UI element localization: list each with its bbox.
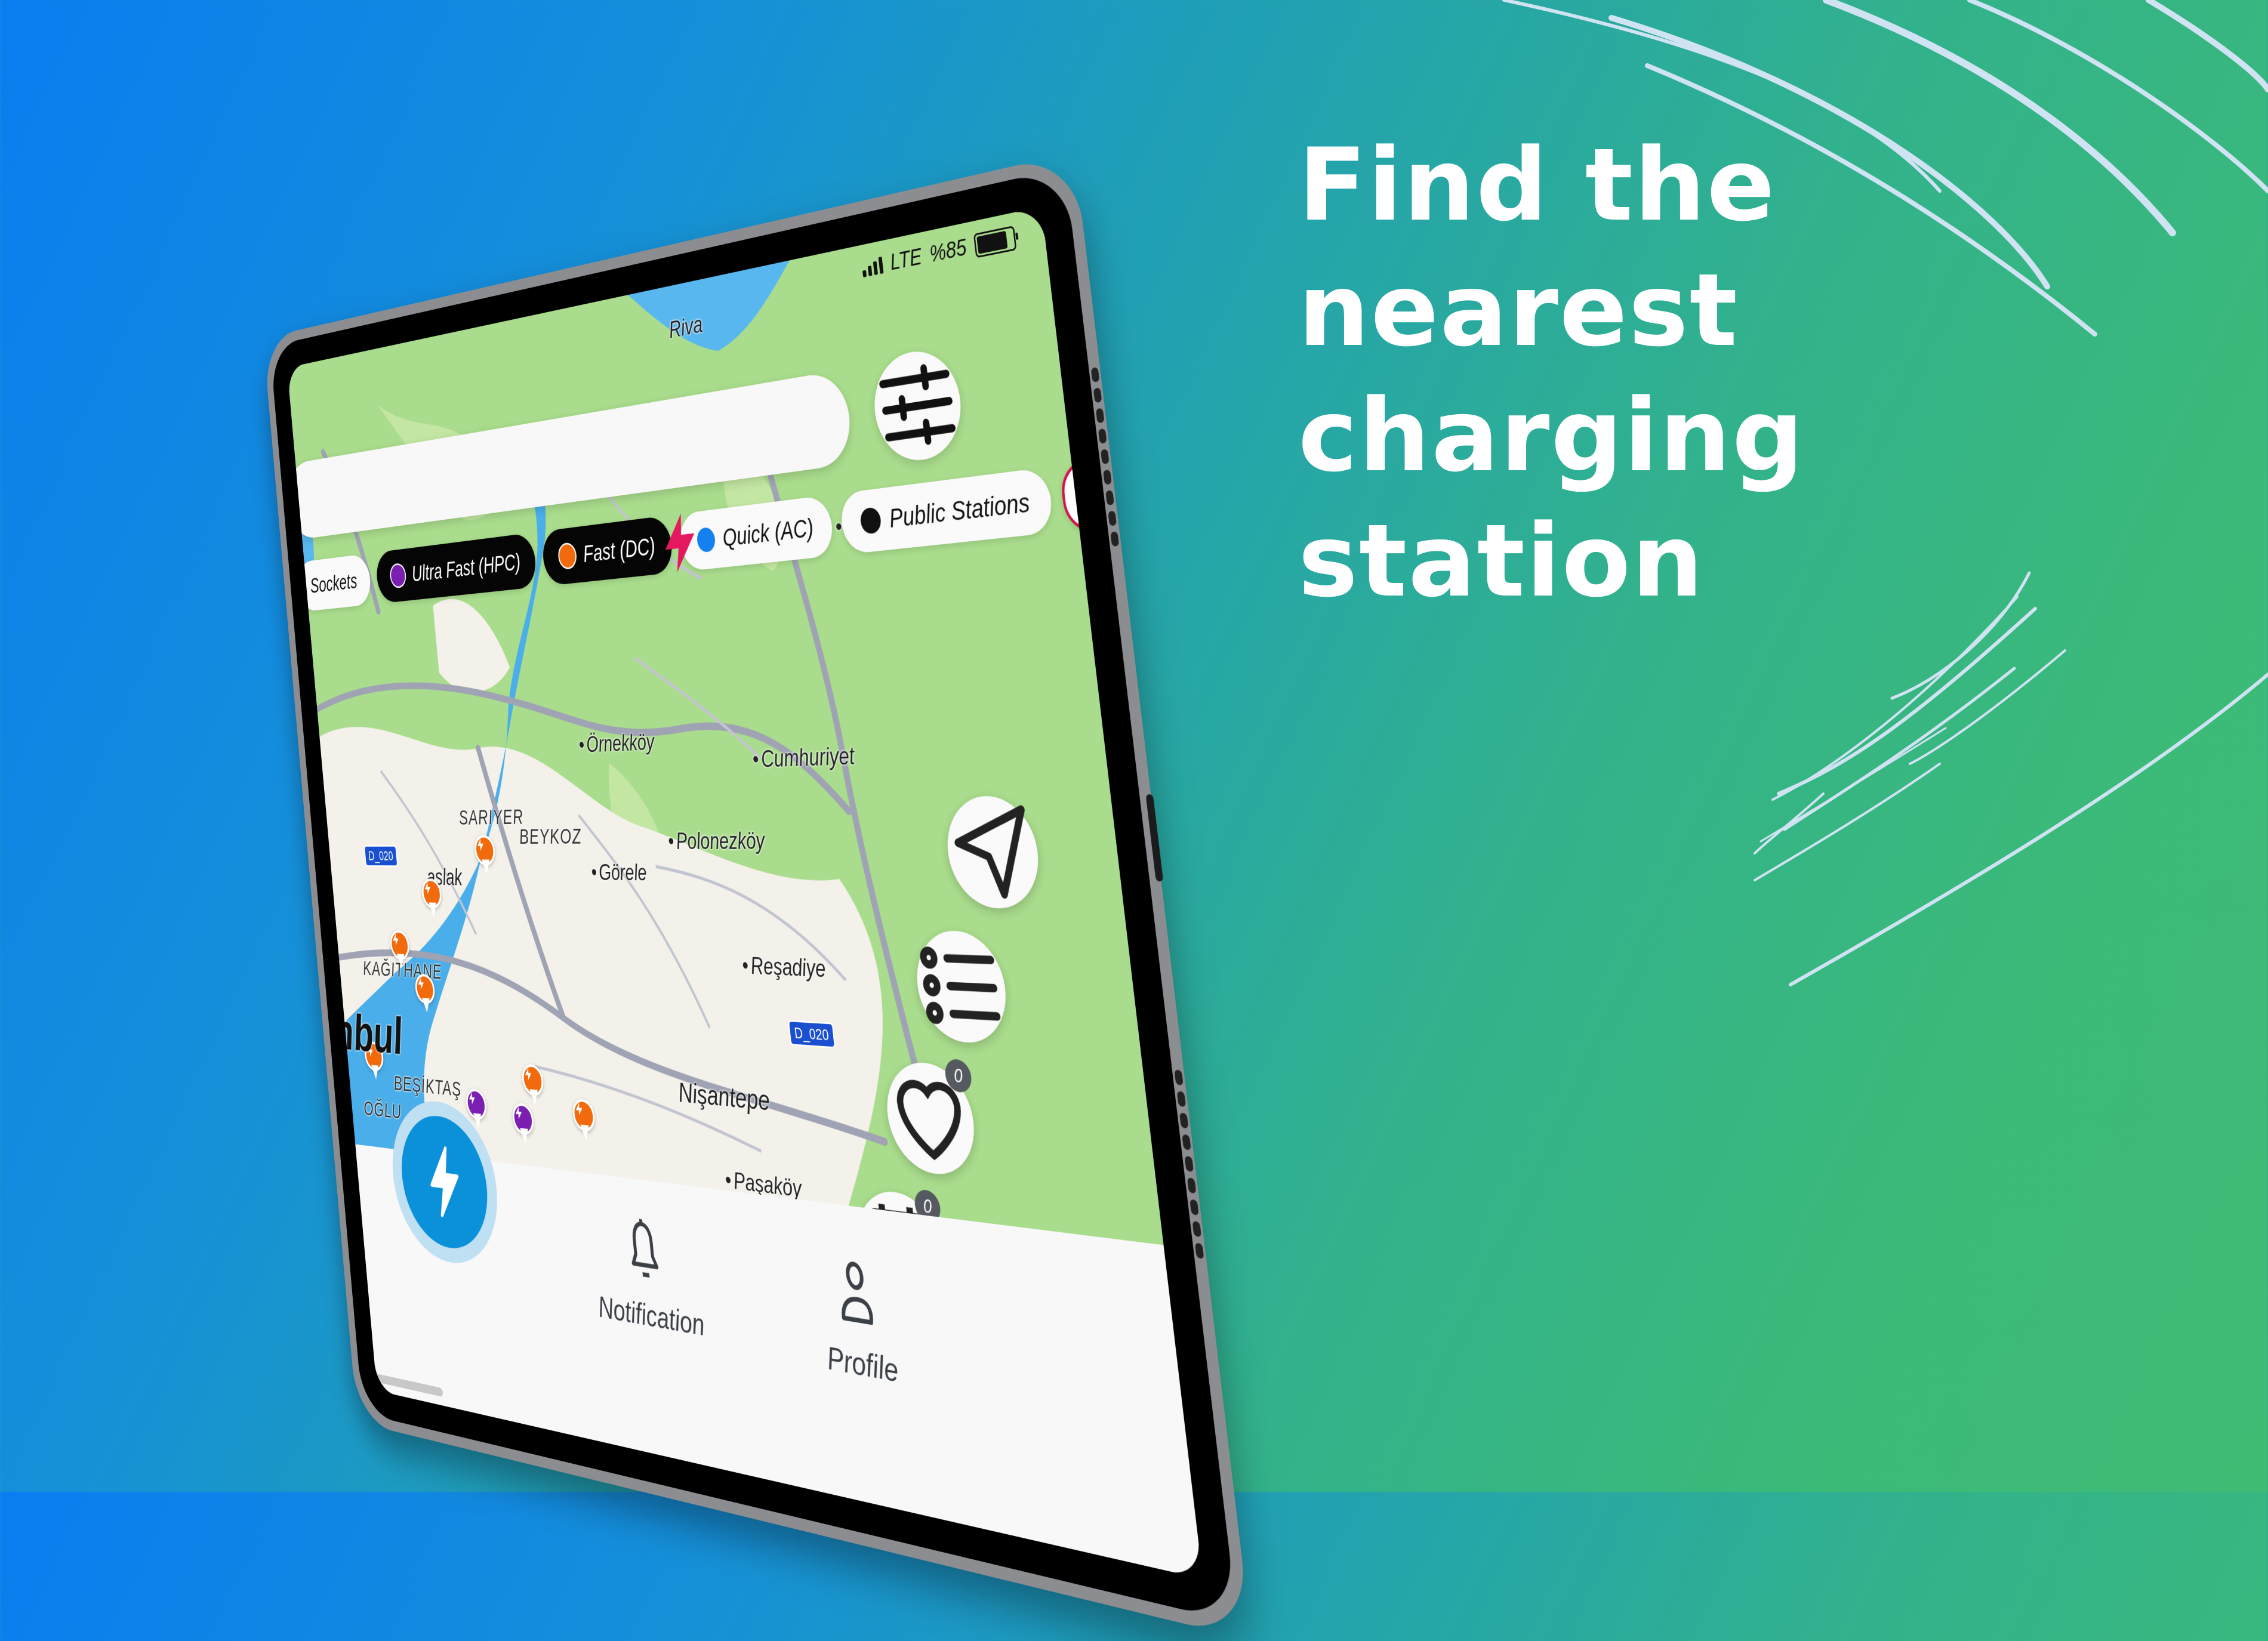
side-connector <box>1145 794 1164 882</box>
map-place-label: Örnekköy <box>578 729 656 758</box>
map-district-label: BEYKOZ <box>518 824 583 849</box>
station-pin-ultra-fast[interactable] <box>511 1102 536 1147</box>
nav-profile-label: Profile <box>825 1339 901 1390</box>
bolt-icon <box>424 882 432 894</box>
bolt-icon <box>476 838 485 852</box>
station-pin-fast[interactable] <box>473 835 497 876</box>
bolt-icon <box>422 1143 466 1221</box>
nav-notification-label: Notification <box>596 1290 706 1343</box>
nav-notification[interactable]: Notification <box>589 1209 706 1343</box>
station-pin-fast[interactable] <box>520 1063 546 1108</box>
promo-headline: Find the nearest charging station <box>1298 122 2229 624</box>
favorites-button[interactable]: 0 <box>882 1058 980 1179</box>
road-shield: D_020 <box>363 845 398 867</box>
bolt-icon <box>417 977 424 990</box>
battery-level <box>976 230 1008 254</box>
station-pin-fast[interactable] <box>571 1098 597 1143</box>
navigation-arrow-icon <box>942 795 1044 909</box>
map-district-label: OĞLU <box>362 1096 403 1124</box>
map-district-label: SARIYER <box>458 804 525 829</box>
bolt-icon <box>524 1067 532 1081</box>
tablet-device: LTE %85 Riva Paşamandıra Örnekköy Cumhur… <box>263 152 1252 1640</box>
bolt-icon <box>392 933 399 946</box>
headline-line-2: charging station <box>1298 377 1805 619</box>
locate-button[interactable] <box>942 795 1044 909</box>
map-place-label: Polonezköy <box>667 828 766 855</box>
list-icon <box>911 930 1012 1045</box>
bolt-icon <box>468 1091 476 1105</box>
filter-button[interactable] <box>869 344 967 466</box>
bolt-icon <box>514 1106 523 1120</box>
sliders-icon <box>869 345 966 465</box>
map-view[interactable]: LTE %85 Riva Paşamandıra Örnekköy Cumhur… <box>287 206 1164 1245</box>
station-pin-fast[interactable] <box>389 930 411 970</box>
station-pin-fast[interactable] <box>414 973 437 1016</box>
list-view-button[interactable] <box>911 930 1012 1045</box>
bell-icon <box>621 1214 668 1289</box>
map-place-label: Cumhuriyet <box>751 742 856 773</box>
cellular-signal-icon <box>861 256 884 277</box>
bolt-icon <box>575 1102 583 1116</box>
station-pin-fast[interactable] <box>420 878 443 919</box>
map-place-label: Görele <box>590 860 648 886</box>
app-screen: LTE %85 Riva Paşamandıra Örnekköy Cumhur… <box>287 206 1203 1579</box>
user-icon <box>827 1253 882 1335</box>
nav-profile[interactable]: Profile <box>816 1252 900 1390</box>
headline-line-1: Find the nearest <box>1298 127 1776 369</box>
